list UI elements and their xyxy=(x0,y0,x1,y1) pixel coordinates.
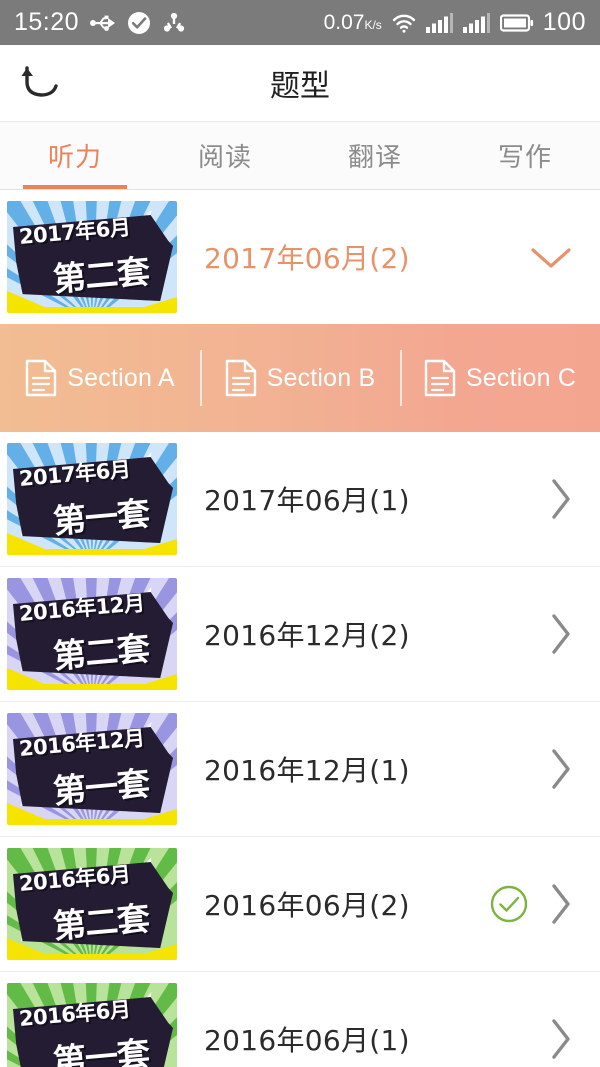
chevron-right-icon[interactable] xyxy=(548,612,574,656)
exam-title: 2016年06月(2) xyxy=(204,889,410,922)
thumbnail-line2: 第二套 xyxy=(51,251,151,299)
status-bar: 15:20 0.07 K/s 100 xyxy=(0,0,600,45)
thumbnail-line2: 第一套 xyxy=(51,493,151,541)
exam-thumbnail: 2016年12月 第二套 xyxy=(7,578,177,690)
exam-thumbnail: 2016年12月 第一套 xyxy=(7,713,177,825)
sections-panel: Section A Section B Section C xyxy=(0,324,600,432)
battery-icon xyxy=(499,13,534,33)
exam-title: 2016年12月(2) xyxy=(204,619,410,652)
exam-thumbnail: 2017年6月 第一套 xyxy=(7,443,177,555)
tab-writing[interactable]: 写作 xyxy=(450,122,600,189)
section-label: Section C xyxy=(465,363,577,392)
table-row[interactable]: 2017年6月 第一套 2017年06月(1) xyxy=(0,432,600,566)
back-button[interactable] xyxy=(14,55,70,111)
page-header: 题型 xyxy=(0,45,600,122)
table-row[interactable]: 2016年6月 第一套 2016年06月(1) xyxy=(0,972,600,1067)
tab-bar: 听力 阅读 翻译 写作 xyxy=(0,122,600,190)
check-circle-outline-icon xyxy=(488,883,530,925)
table-row[interactable]: 2016年6月 第二套 2016年06月(2) xyxy=(0,837,600,971)
exam-title: 2017年06月(1) xyxy=(204,484,410,517)
check-circle-icon xyxy=(127,11,151,35)
wifi-icon xyxy=(391,12,417,34)
table-row[interactable]: 2016年12月 第一套 2016年12月(1) xyxy=(0,702,600,836)
row-actions xyxy=(528,242,574,272)
chevron-right-icon[interactable] xyxy=(548,882,574,926)
usb-icon xyxy=(90,13,116,33)
exam-thumbnail: 2016年6月 第二套 xyxy=(7,848,177,960)
tab-label: 翻译 xyxy=(347,143,402,173)
table-row[interactable]: 2017年6月 第二套 2017年06月(2) xyxy=(0,190,600,324)
row-actions xyxy=(548,612,574,656)
tab-listening[interactable]: 听力 xyxy=(0,122,150,189)
chevron-right-icon[interactable] xyxy=(548,747,574,791)
document-icon xyxy=(25,359,57,397)
section-a-button[interactable]: Section A xyxy=(0,324,200,432)
tab-translation[interactable]: 翻译 xyxy=(300,122,450,189)
status-bar-left: 15:20 xyxy=(14,8,186,37)
table-row[interactable]: 2016年12月 第二套 2016年12月(2) xyxy=(0,567,600,701)
tab-label: 听力 xyxy=(47,143,102,173)
battery-percent: 100 xyxy=(542,8,586,36)
chevron-right-icon[interactable] xyxy=(548,1017,574,1061)
network-speed: 0.07 K/s xyxy=(324,11,382,35)
share-nodes-icon xyxy=(162,11,186,35)
section-label: Section A xyxy=(67,363,175,392)
network-speed-unit: K/s xyxy=(364,17,382,32)
row-actions xyxy=(488,882,574,926)
status-clock: 15:20 xyxy=(14,8,80,36)
exam-thumbnail: 2016年6月 第一套 xyxy=(7,983,177,1067)
back-arrow-icon xyxy=(19,62,65,104)
row-actions xyxy=(548,747,574,791)
exam-title: 2017年06月(2) xyxy=(204,242,410,275)
thumbnail-line2: 第二套 xyxy=(51,898,151,946)
thumbnail-line2: 第一套 xyxy=(51,1033,151,1067)
tab-label: 写作 xyxy=(497,143,552,173)
section-c-button[interactable]: Section C xyxy=(400,324,600,432)
document-icon xyxy=(424,359,456,397)
signal-bars-icon xyxy=(462,12,491,33)
exam-title: 2016年12月(1) xyxy=(204,754,410,787)
status-bar-right: 0.07 K/s 100 xyxy=(324,8,586,37)
exam-title: 2016年06月(1) xyxy=(204,1024,410,1057)
document-icon xyxy=(225,359,257,397)
tab-label: 阅读 xyxy=(197,143,252,173)
exam-list: 2017年6月 第二套 2017年06月(2) Section A Sectio… xyxy=(0,190,600,1067)
row-actions xyxy=(548,477,574,521)
exam-thumbnail: 2017年6月 第二套 xyxy=(7,201,177,313)
row-actions xyxy=(548,1017,574,1061)
signal-bars-icon xyxy=(425,12,454,33)
section-b-button[interactable]: Section B xyxy=(200,324,400,432)
network-speed-value: 0.07 xyxy=(323,10,365,34)
thumbnail-line2: 第一套 xyxy=(51,763,151,811)
chevron-right-icon[interactable] xyxy=(548,477,574,521)
thumbnail-line2: 第二套 xyxy=(51,628,151,676)
chevron-down-icon[interactable] xyxy=(528,242,574,272)
section-label: Section B xyxy=(266,363,376,392)
tab-reading[interactable]: 阅读 xyxy=(150,122,300,189)
page-title: 题型 xyxy=(270,69,330,104)
